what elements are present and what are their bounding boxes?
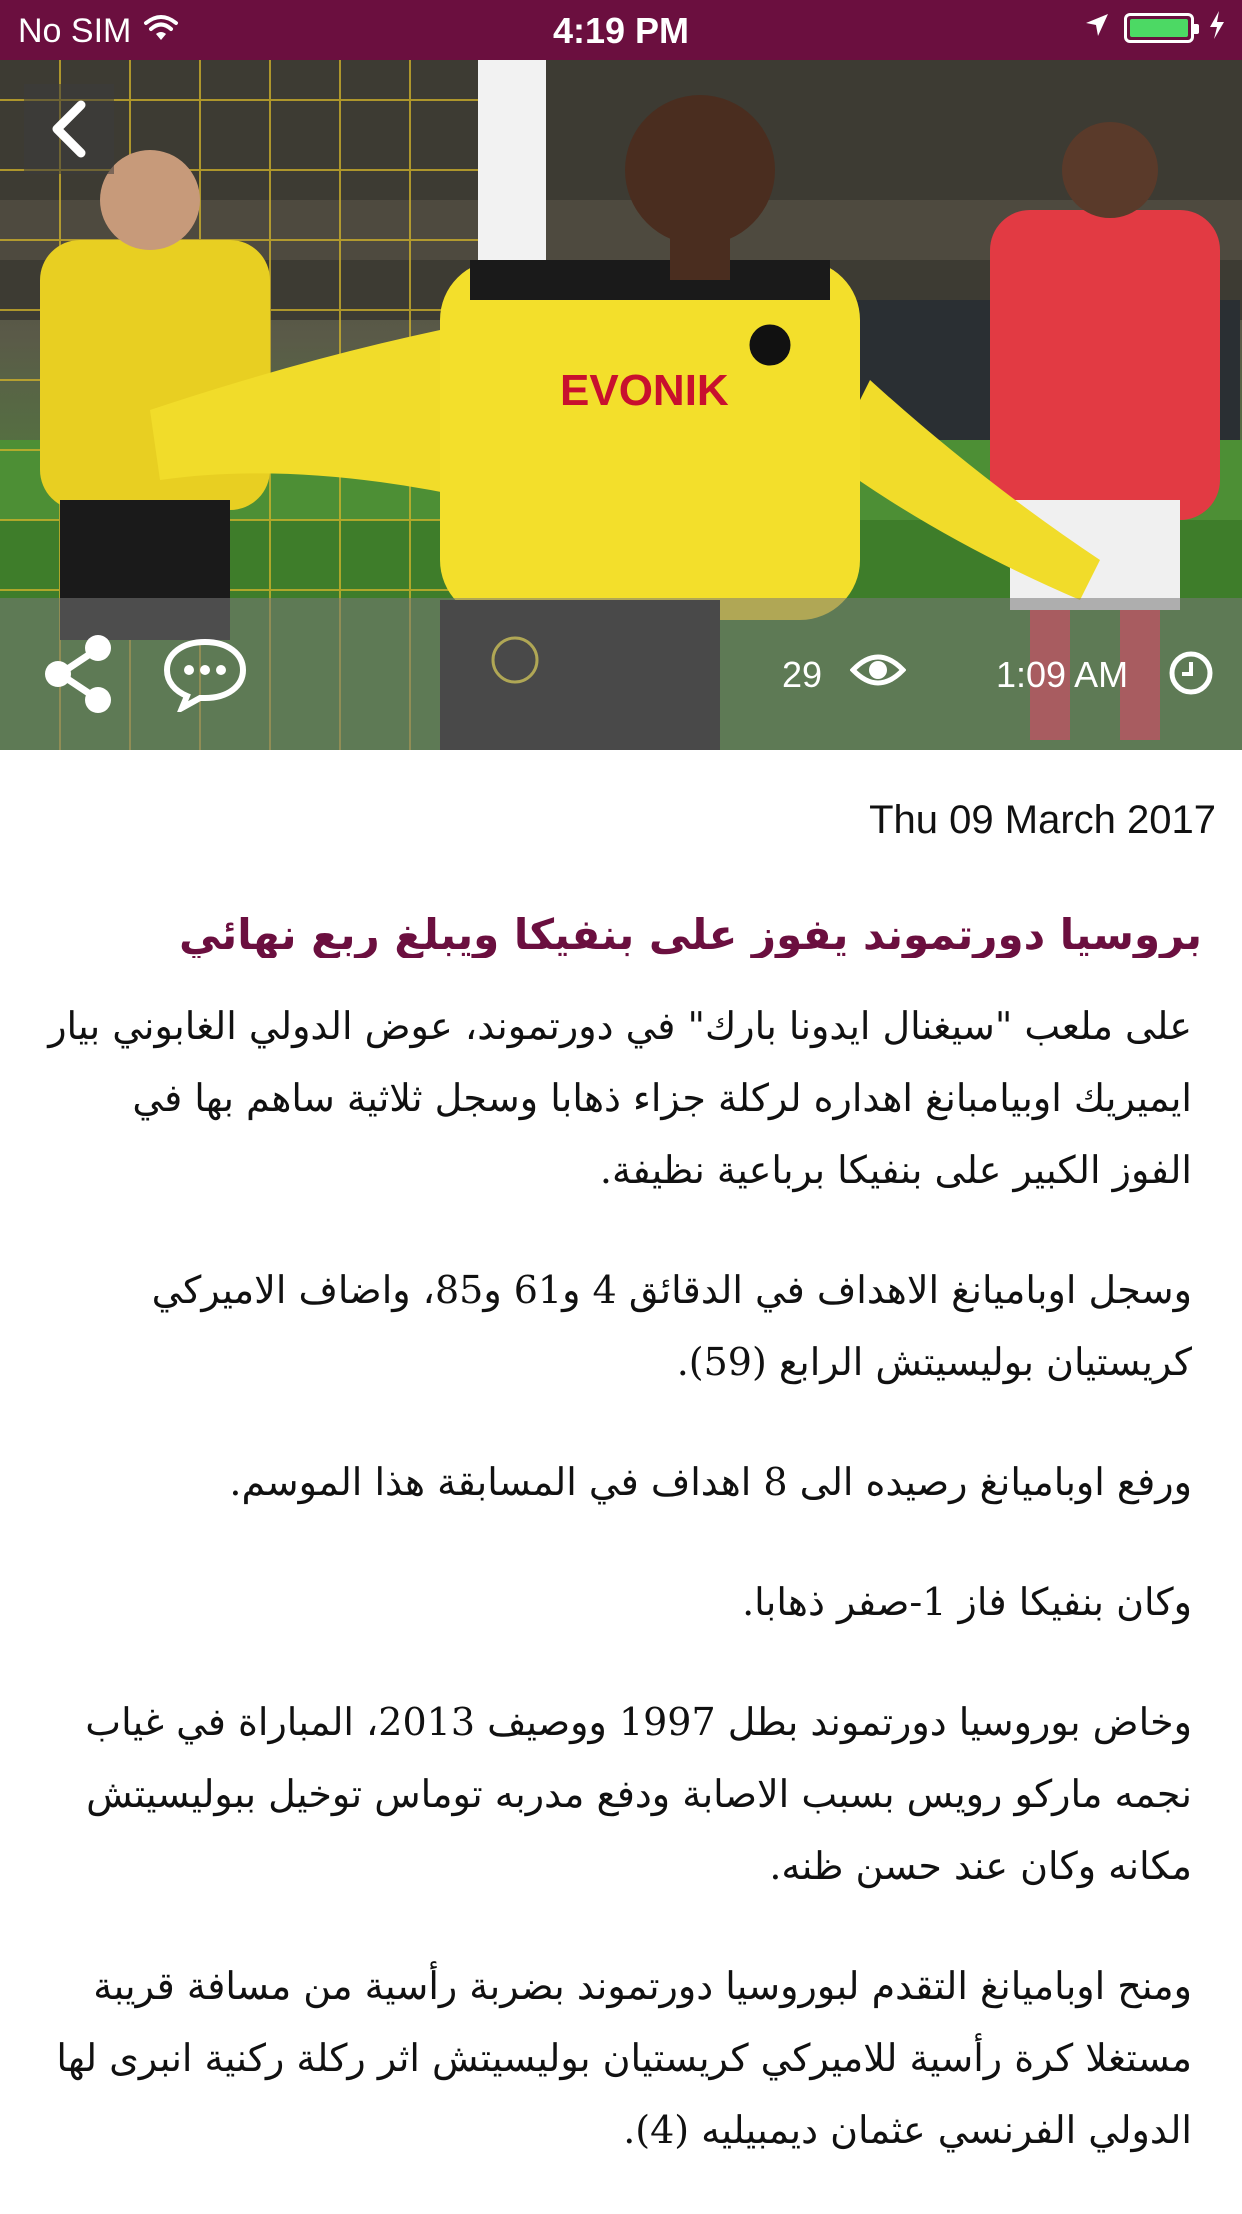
- status-time: 4:19 PM: [552, 10, 690, 51]
- article-date: Thu 09 March 2017: [869, 798, 1216, 842]
- views-count: 29: [782, 654, 823, 695]
- comment-button[interactable]: [162, 636, 248, 716]
- article-paragraph: وسجل اوباميانغ الاهداف في الدقائق 4 و61 …: [151, 1268, 1192, 1384]
- battery-icon: [1124, 12, 1199, 43]
- eye-icon: [849, 650, 907, 694]
- status-bar: No SIM 4:19 PM: [0, 0, 1242, 60]
- status-right: [1084, 10, 1226, 45]
- hero-image: EVONIK 29 1:09 AM: [0, 60, 1242, 750]
- article-paragraph: ورفع اوباميانغ رصيده الى 8 اهداف في المس…: [229, 1460, 1192, 1504]
- share-button[interactable]: [40, 634, 120, 718]
- chevron-left-icon: [52, 100, 86, 158]
- article-paragraph: ومنح اوباميانغ التقدم لبوروسيا دورتموند …: [56, 1964, 1192, 2152]
- post-time: 1:09 AM: [996, 654, 1129, 695]
- comment-icon: [163, 638, 247, 715]
- article-title: بروسيا دورتموند يفوز على بنفيكا ويبلغ رب…: [178, 910, 1202, 958]
- article-paragraph: على ملعب "سيغنال ايدونا بارك" في دورتمون…: [48, 1004, 1192, 1192]
- hero-action-bar: 29 1:09 AM: [0, 598, 1242, 750]
- article-paragraph: وخاض بوروسيا دورتموند بطل 1997 ووصيف 201…: [85, 1700, 1192, 1888]
- charging-bolt-icon: [1208, 10, 1226, 45]
- share-icon: [45, 635, 111, 713]
- svg-text:EVONIK: EVONIK: [560, 366, 729, 415]
- back-button[interactable]: [24, 84, 114, 174]
- location-arrow-icon: [1084, 12, 1110, 43]
- clock-icon: [1168, 650, 1214, 700]
- article-body: على ملعب "سيغنال ايدونا بارك" في دورتمون…: [42, 990, 1192, 2214]
- article-paragraph: وكان بنفيكا فاز 1-صفر ذهابا.: [742, 1580, 1192, 1624]
